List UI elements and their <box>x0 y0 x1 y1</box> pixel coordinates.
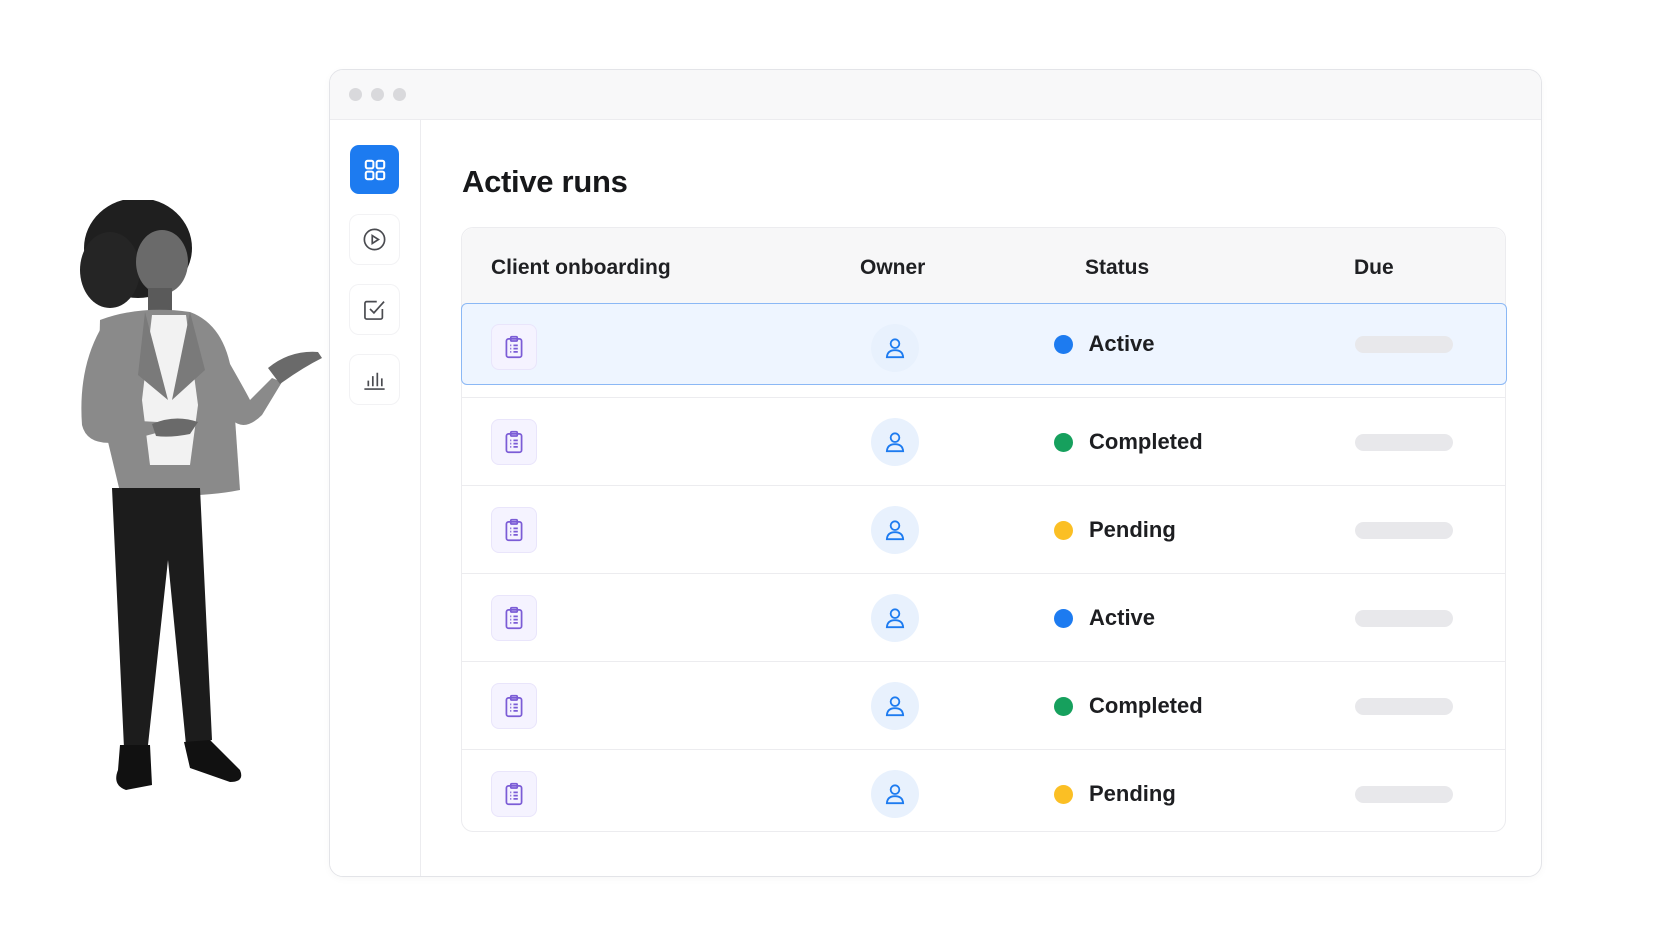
owner-avatar[interactable] <box>871 682 919 730</box>
table-row[interactable]: Active <box>462 573 1505 661</box>
page-title: Active runs <box>462 164 628 199</box>
status-label: Completed <box>1089 693 1203 718</box>
presenter-illustration <box>80 200 322 790</box>
status-dot <box>1054 433 1073 452</box>
sidebar-item-dashboard[interactable] <box>350 145 399 194</box>
due-date-placeholder <box>1355 786 1453 803</box>
sidebar-item-tasks[interactable] <box>350 285 399 334</box>
status-label: Active <box>1088 331 1155 356</box>
table-row[interactable]: Pending <box>462 485 1505 573</box>
window-control-dot[interactable] <box>349 88 362 101</box>
app-window: Active runs Client onboarding Owner Stat… <box>329 69 1542 877</box>
due-date-placeholder <box>1355 434 1453 451</box>
owner-avatar[interactable] <box>871 770 919 818</box>
runs-table: Client onboarding Owner Status Due Activ… <box>460 227 1507 832</box>
table-header: Client onboarding Owner Status Due <box>462 228 1505 309</box>
table-row[interactable]: Completed <box>462 397 1505 485</box>
clipboard-cell[interactable] <box>490 324 537 370</box>
user-icon <box>885 338 904 359</box>
column-header-client[interactable]: Client onboarding <box>491 256 671 280</box>
checkbox-icon <box>364 300 385 320</box>
status-dot <box>1054 609 1073 628</box>
status-dot <box>1054 697 1073 716</box>
table-row[interactable]: Pending <box>462 749 1505 837</box>
user-icon <box>885 608 905 629</box>
user-icon <box>885 696 905 717</box>
main-content: Active runs Client onboarding Owner Stat… <box>421 120 1541 876</box>
window-titlebar <box>330 70 1541 120</box>
clipboard-cell[interactable] <box>491 419 537 465</box>
column-header-due[interactable]: Due <box>1354 256 1394 280</box>
owner-avatar[interactable] <box>870 324 919 372</box>
due-date-placeholder <box>1354 336 1453 353</box>
window-control-dot[interactable] <box>393 88 406 101</box>
column-header-owner[interactable]: Owner <box>860 256 925 280</box>
sidebar-item-reports[interactable] <box>350 355 399 404</box>
status-dot <box>1053 335 1073 354</box>
clipboard-icon <box>505 694 523 718</box>
status-dot <box>1054 785 1073 804</box>
due-date-placeholder <box>1355 698 1453 715</box>
clipboard-icon <box>505 335 522 359</box>
owner-avatar[interactable] <box>871 506 919 554</box>
clipboard-icon <box>505 430 523 454</box>
clipboard-cell[interactable] <box>491 507 537 553</box>
status-label: Pending <box>1089 517 1176 542</box>
due-date-placeholder <box>1355 522 1453 539</box>
user-icon <box>885 520 905 541</box>
status-label: Pending <box>1089 781 1176 806</box>
clipboard-cell[interactable] <box>491 771 537 817</box>
bar-chart-icon <box>364 372 385 390</box>
clipboard-cell[interactable] <box>491 595 537 641</box>
owner-avatar[interactable] <box>871 594 919 642</box>
sidebar <box>330 120 421 876</box>
clipboard-icon <box>505 606 523 630</box>
status-label: Active <box>1089 605 1156 630</box>
status-dot <box>1054 521 1073 540</box>
window-control-dot[interactable] <box>371 88 384 101</box>
clipboard-icon <box>505 518 523 542</box>
clipboard-icon <box>505 782 523 806</box>
column-header-status[interactable]: Status <box>1085 256 1149 280</box>
table-row[interactable]: Active <box>460 303 1507 385</box>
owner-avatar[interactable] <box>871 418 919 466</box>
status-label: Completed <box>1089 429 1203 454</box>
user-icon <box>885 432 905 453</box>
grid-icon <box>364 159 385 180</box>
table-row[interactable]: Completed <box>462 661 1505 749</box>
user-icon <box>885 784 905 805</box>
clipboard-cell[interactable] <box>491 683 537 729</box>
sidebar-item-runs[interactable] <box>350 215 399 264</box>
play-circle-icon <box>363 228 386 251</box>
due-date-placeholder <box>1355 610 1453 627</box>
